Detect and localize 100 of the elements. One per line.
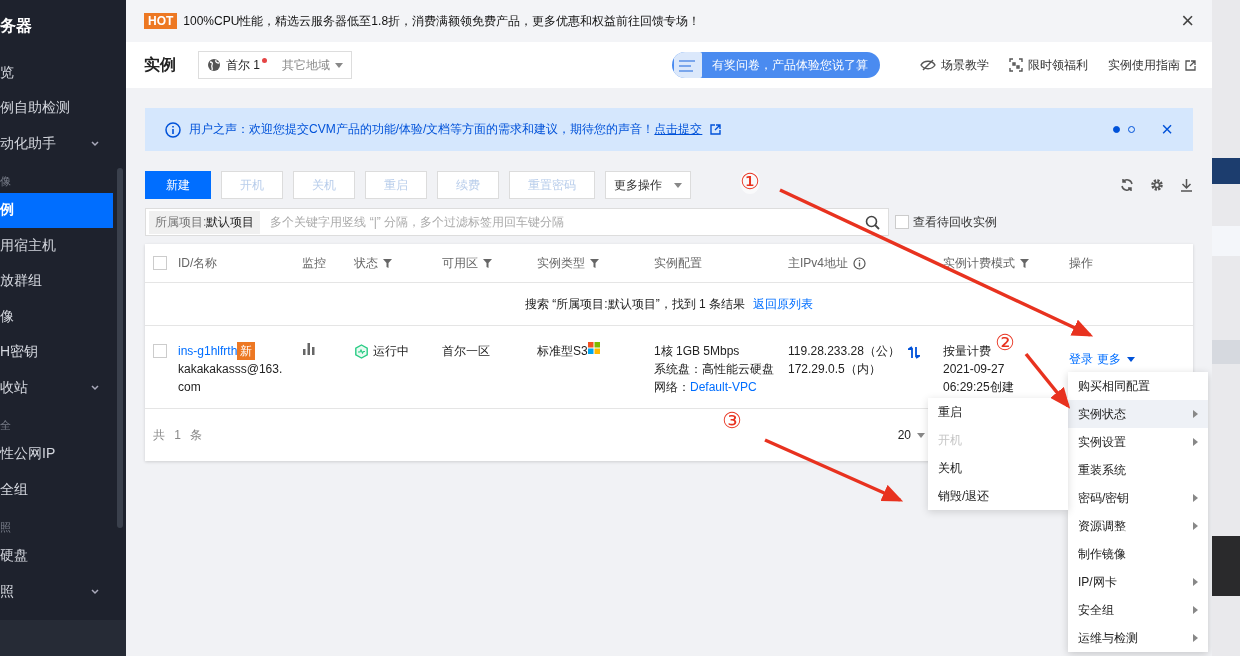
hot-badge: HOT: [144, 13, 178, 29]
bar-chart-icon[interactable]: [302, 343, 316, 355]
column-header[interactable]: 监控: [302, 254, 354, 272]
dropdown-button[interactable]: 更多操作: [605, 171, 691, 199]
swap-icon[interactable]: [907, 346, 920, 359]
chevron-down-icon: [91, 140, 99, 147]
scan-icon: [1009, 58, 1023, 72]
menu-item[interactable]: 重启: [928, 398, 1068, 426]
sidebar-item[interactable]: 性公网IP: [0, 436, 113, 472]
external-link-icon: [1185, 59, 1196, 71]
sidebar-item[interactable]: 放群组: [0, 263, 113, 299]
checkbox[interactable]: [153, 344, 167, 358]
filter-icon[interactable]: [383, 258, 392, 268]
region-name: 首尔 1: [226, 56, 260, 74]
download-icon[interactable]: [1180, 178, 1193, 192]
total-count: 共 1 条: [153, 426, 206, 444]
menu-item[interactable]: 关机: [928, 454, 1068, 482]
back-to-list-link[interactable]: 返回原列表: [753, 295, 813, 313]
submenu-arrow-icon: [1193, 606, 1198, 614]
column-header[interactable]: 实例配置: [654, 254, 788, 272]
checkbox-label: 查看待回收实例: [913, 213, 997, 231]
external-link-icon: [710, 124, 722, 135]
notice-text: 用户之声：欢迎您提交CVM产品的功能/体验/文档等方面的需求和建议，期待您的声音！: [189, 121, 655, 138]
filter-icon[interactable]: [590, 258, 599, 268]
sidebar-item[interactable]: 例自助检测: [0, 90, 113, 126]
sidebar-item[interactable]: 像: [0, 299, 113, 335]
login-link[interactable]: 登录: [1069, 350, 1093, 368]
menu-item[interactable]: 实例设置: [1068, 428, 1208, 456]
network-link[interactable]: Default-VPC: [690, 380, 757, 394]
instance-id-link[interactable]: ins-g1hlfrth: [178, 342, 238, 360]
scrollbar[interactable]: [117, 168, 123, 528]
search-icon[interactable]: [865, 214, 880, 230]
pager-dot[interactable]: [1113, 126, 1121, 133]
menu-item[interactable]: 资源调整: [1068, 512, 1208, 540]
globe-icon: [207, 58, 221, 72]
header-link[interactable]: 场景教学: [920, 56, 989, 74]
info-icon: [165, 121, 181, 138]
caret-icon: [1127, 356, 1135, 362]
sidebar-item[interactable]: 硬盘: [0, 538, 113, 574]
menu-item[interactable]: 购买相同配置: [1068, 372, 1208, 400]
close-button[interactable]: ×: [1161, 118, 1173, 141]
menu-item[interactable]: 制作镜像: [1068, 540, 1208, 568]
menu-item[interactable]: 重装系统: [1068, 456, 1208, 484]
close-button[interactable]: ×: [1181, 8, 1194, 34]
page-size-dropdown[interactable]: 20: [897, 428, 925, 442]
network-label: 网络：: [654, 380, 690, 394]
column-header[interactable]: 状态: [354, 254, 442, 272]
submenu-arrow-icon: [1193, 438, 1198, 446]
notification-dot: [262, 57, 267, 63]
sidebar-item[interactable]: 用宿主机: [0, 228, 113, 264]
settings-icon[interactable]: [1150, 178, 1164, 192]
promo-text: 100%CPU性能，精选云服务器低至1.8折，消费满额领免费产品，更多优惠和权益前往回馈专场！: [183, 12, 702, 30]
info-icon[interactable]: [853, 256, 866, 270]
more-dropdown[interactable]: 更多: [1097, 350, 1135, 368]
region-selector[interactable]: 首尔 1 其它地域: [198, 51, 352, 79]
search-field[interactable]: 所属项目:默认项目 多个关键字用竖线 “|” 分隔，多个过滤标签用回车键分隔: [145, 208, 889, 236]
sidebar-item[interactable]: H密钥: [0, 334, 113, 370]
menu-item[interactable]: 运维与检测: [1068, 624, 1208, 652]
menu-item[interactable]: 销毁/退还: [928, 482, 1068, 510]
caret-icon: [335, 62, 343, 68]
sidebar-item[interactable]: 照: [0, 574, 113, 610]
column-header[interactable]: 操作: [1069, 254, 1193, 272]
windows-logo-icon: [587, 342, 600, 354]
column-header[interactable]: ID/名称: [178, 254, 302, 272]
header-link[interactable]: 限时领福利: [1009, 56, 1088, 74]
submenu-arrow-icon: [1193, 410, 1198, 418]
menu-item[interactable]: 安全组: [1068, 596, 1208, 624]
sidebar-item[interactable]: 览: [0, 55, 113, 91]
sidebar-item[interactable]: 动化助手: [0, 126, 113, 162]
chevron-down-icon: [91, 588, 99, 595]
new-badge: 新: [237, 342, 256, 360]
billing-text: 2021-09-27: [943, 361, 1006, 378]
page-title: 实例: [144, 54, 176, 75]
submit-link[interactable]: 点击提交: [654, 121, 703, 138]
column-header[interactable]: 可用区: [442, 254, 537, 272]
sidebar-item[interactable]: 收站: [0, 370, 113, 406]
annotation-arrow: [1024, 352, 1071, 409]
menu-item[interactable]: IP/网卡: [1068, 568, 1208, 596]
checkbox[interactable]: [153, 256, 167, 270]
menu-item[interactable]: 密码/密钥: [1068, 484, 1208, 512]
column-header[interactable]: 主IPv4地址: [788, 254, 943, 272]
chevron-down-icon: [91, 384, 99, 391]
toolbar-button[interactable]: 新建: [145, 171, 211, 199]
filter-icon[interactable]: [483, 258, 492, 268]
step-number: ①: [740, 170, 760, 194]
sidebar-section-label: 照: [0, 519, 12, 535]
menu-item[interactable]: 实例状态: [1068, 400, 1208, 428]
billing-text: 06:29:25创建: [943, 379, 1015, 396]
filter-icon[interactable]: [1020, 258, 1029, 268]
checkbox[interactable]: [895, 215, 909, 229]
ip-address: 172.29.0.5（内）: [788, 361, 882, 378]
header-link[interactable]: 实例使用指南: [1108, 56, 1196, 74]
filter-tag[interactable]: 所属项目:默认项目: [149, 210, 261, 234]
sidebar-item[interactable]: 例: [0, 192, 113, 228]
column-header[interactable]: 实例类型: [537, 254, 654, 272]
refresh-icon[interactable]: [1120, 178, 1134, 192]
instance-name: kakakakasss@163.com: [178, 361, 284, 396]
sidebar-item[interactable]: 全组: [0, 472, 113, 508]
other-region-dropdown[interactable]: 其它地域: [282, 56, 330, 74]
ip-address: 119.28.233.28（公）: [788, 343, 900, 360]
